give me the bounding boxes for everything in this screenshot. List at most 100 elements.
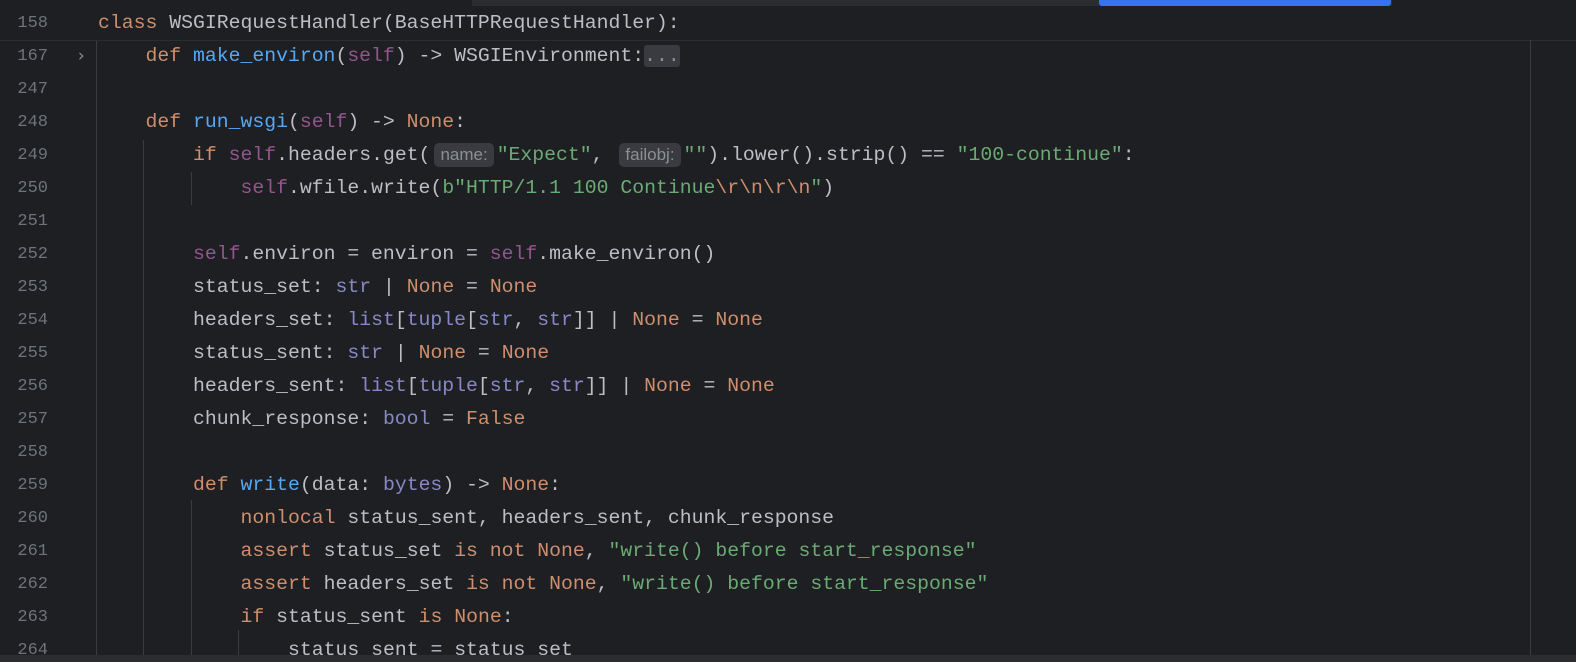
code-line[interactable]: 254 headers_set: list[tuple[str, str]] | … [0, 304, 1576, 337]
code-line[interactable]: 258 [0, 436, 1576, 469]
code-token: headers_set: [193, 309, 348, 331]
code-token: class [98, 12, 170, 34]
code-token: assert [240, 573, 324, 595]
code-token: "100-continue" [956, 144, 1123, 166]
code-token: : [549, 474, 562, 496]
horizontal-scrollbar[interactable] [472, 0, 1392, 6]
code-token: , [596, 573, 621, 595]
code-token: str [549, 375, 585, 397]
line-number: 252 [17, 245, 48, 264]
code-line[interactable]: 260 nonlocal status_sent, headers_sent, c… [0, 502, 1576, 535]
code-line[interactable]: 253 status_set: str | None = None [0, 271, 1576, 304]
line-code[interactable]: def run_wsgi(self) -> None: [146, 106, 467, 139]
code-token: .make_environ() [537, 243, 716, 265]
code-token: None [489, 276, 538, 298]
line-code[interactable]: nonlocal status_sent, headers_sent, chun… [241, 502, 835, 535]
line-code[interactable]: headers_set: list[tuple[str, str]] | Non… [193, 304, 763, 337]
line-code[interactable]: def write(data: bytes) -> None: [193, 469, 561, 502]
code-token: [ [394, 309, 407, 331]
code-token: str [335, 276, 372, 298]
line-number: 256 [17, 377, 48, 396]
line-code[interactable]: class WSGIRequestHandler(BaseHTTPRequest… [98, 7, 680, 40]
line-code[interactable]: status_set: str | None = None [193, 271, 537, 304]
fold-chevron-icon[interactable]: › [76, 40, 86, 73]
line-number: 248 [17, 113, 48, 132]
bottom-edge-bar [0, 655, 1576, 662]
code-line[interactable]: 255 status_sent: str | None = None [0, 337, 1576, 370]
code-token: [ [477, 375, 490, 397]
code-line[interactable]: 167 › def make_environ(self) -> WSGIEnviro… [0, 40, 1576, 73]
code-token: None [727, 375, 775, 397]
code-token: [ [466, 309, 478, 331]
line-code[interactable]: assert status_set is not None, "write() … [241, 535, 977, 568]
code-token: def [145, 111, 193, 133]
code-token: status_sent, headers_sent, chunk_respons… [347, 507, 835, 529]
code-token: status_sent: [193, 342, 348, 364]
code-line[interactable]: 249 if self.headers.get(name: "Expect", fa… [0, 139, 1576, 172]
code-token: self [347, 45, 395, 67]
code-line[interactable]: 261 assert status_set is not None, "write… [0, 535, 1576, 568]
code-token: status_set [323, 540, 455, 562]
code-line[interactable]: 256 headers_sent: list[tuple[str, str]] |… [0, 370, 1576, 403]
code-token: b"HTTP/1.1 100 Continue [442, 177, 716, 199]
code-token: status_set: [193, 276, 336, 298]
line-number: 258 [17, 443, 48, 462]
code-token: tuple [418, 375, 478, 397]
line-code[interactable]: assert headers_set is not None, "write()… [241, 568, 989, 601]
code-token: , [584, 540, 609, 562]
collapsed-region[interactable]: ... [644, 45, 680, 67]
code-line[interactable]: 262 assert headers_set is not None, "writ… [0, 568, 1576, 601]
parameter-hint: name: [434, 142, 494, 167]
code-token: self [489, 243, 538, 265]
code-line[interactable]: 252 self.environ = environ = self.make_en… [0, 238, 1576, 271]
code-token: : [454, 111, 467, 133]
line-number: 259 [17, 476, 48, 495]
code-line[interactable]: 250 self.wfile.write(b"HTTP/1.1 100 Conti… [0, 172, 1576, 205]
code-line[interactable]: 158 class WSGIRequestHandler(BaseHTTPRequ… [0, 7, 1576, 40]
line-code[interactable]: headers_sent: list[tuple[str, str]] | No… [193, 370, 775, 403]
code-token: bytes [382, 474, 443, 496]
code-token: | [371, 276, 407, 298]
code-token: (data: [299, 474, 383, 496]
code-token: "write() before start_response" [620, 573, 989, 595]
indent-guide [191, 500, 192, 662]
code-editor[interactable]: 158 class WSGIRequestHandler(BaseHTTPRequ… [0, 0, 1576, 662]
line-number: 254 [17, 311, 48, 330]
line-number: 261 [17, 542, 48, 561]
code-line[interactable]: 259 def write(data: bytes) -> None: [0, 469, 1576, 502]
code-token: is not None [454, 540, 585, 562]
code-line[interactable]: 263 if status_sent is None: [0, 601, 1576, 634]
code-token: list [359, 375, 407, 397]
code-token: , [591, 144, 616, 166]
line-code[interactable]: if self.headers.get(name: "Expect", failo… [193, 139, 1135, 172]
indent-guide [96, 40, 97, 662]
line-number: 255 [17, 344, 48, 363]
code-token: = [691, 375, 728, 397]
code-token: make_environ [192, 45, 336, 67]
line-code[interactable]: self.environ = environ = self.make_envir… [193, 238, 715, 271]
line-code[interactable]: chunk_response: bool = False [193, 403, 525, 436]
code-token: " [810, 177, 823, 199]
line-code[interactable]: status_sent: str | None = None [193, 337, 549, 370]
code-token: None [501, 474, 550, 496]
line-code[interactable]: self.wfile.write(b"HTTP/1.1 100 Continue… [241, 172, 835, 205]
horizontal-scrollbar-thumb[interactable] [1099, 0, 1391, 6]
code-token: , [525, 375, 550, 397]
line-number: 249 [17, 146, 48, 165]
line-code[interactable]: if status_sent is None: [241, 601, 514, 634]
right-margin-guide [1530, 40, 1531, 662]
code-token: run_wsgi [192, 111, 288, 133]
line-code[interactable]: def make_environ(self) -> WSGIEnvironmen… [146, 40, 680, 73]
code-token: , [513, 309, 538, 331]
code-line[interactable]: 257 chunk_response: bool = False [0, 403, 1576, 436]
code-token: self [240, 177, 288, 199]
indent-guide [143, 140, 144, 662]
code-line[interactable]: 247 [0, 73, 1576, 106]
code-line[interactable]: 251 [0, 205, 1576, 238]
line-number: 260 [17, 509, 48, 528]
code-token: None [632, 309, 680, 331]
code-token: WSGIRequestHandler(BaseHTTPRequestHandle… [169, 12, 680, 34]
code-token: is [418, 606, 455, 628]
code-line[interactable]: 248 def run_wsgi(self) -> None: [0, 106, 1576, 139]
line-number: 158 [17, 14, 48, 33]
